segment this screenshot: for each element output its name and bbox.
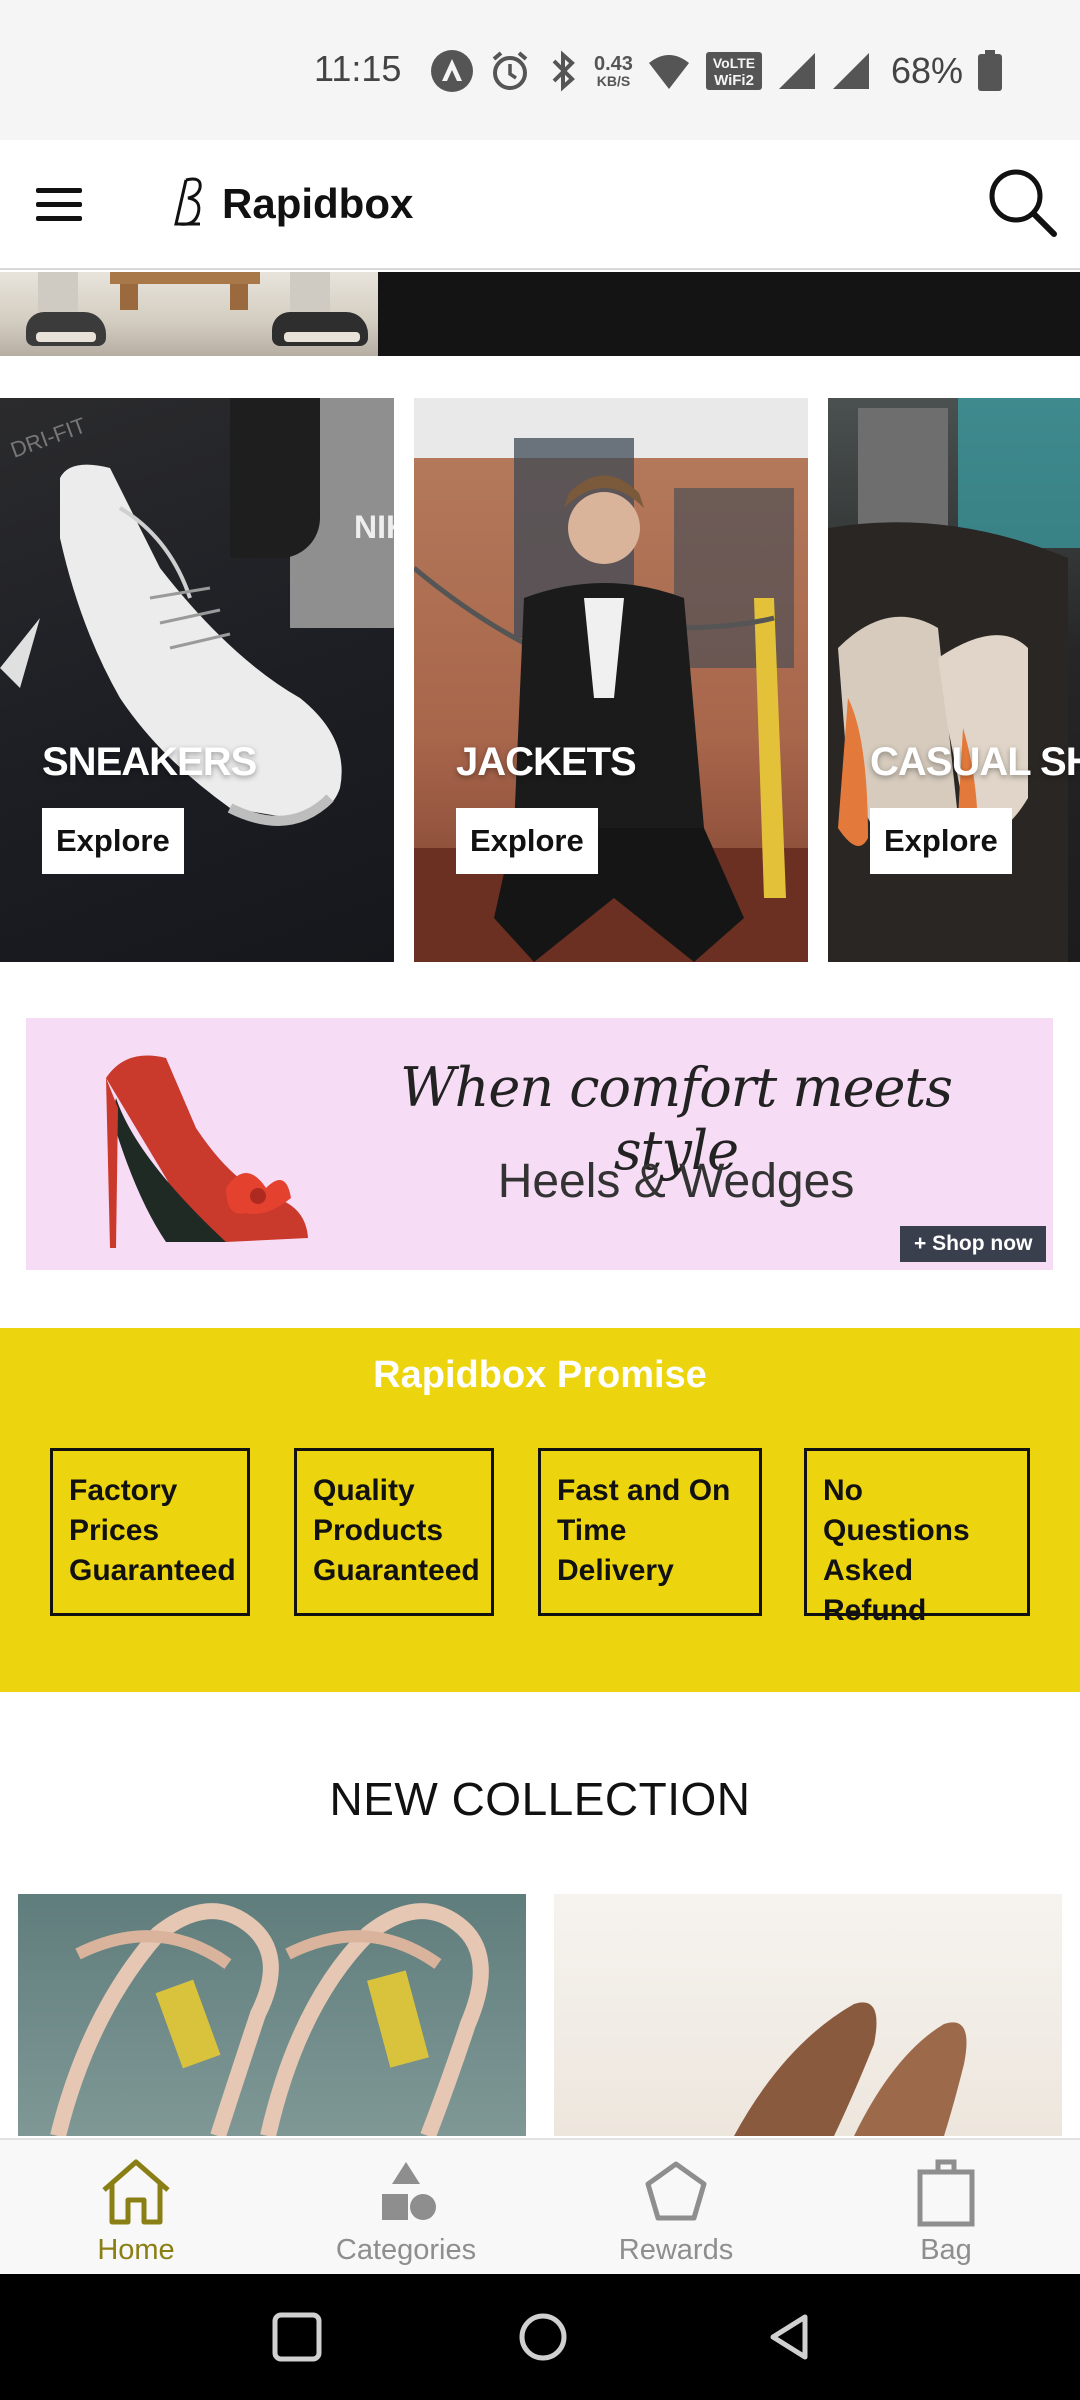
bluetooth-icon bbox=[546, 49, 580, 93]
signal-icon bbox=[777, 51, 817, 91]
brand-logo-icon bbox=[172, 174, 212, 235]
data-speed-unit: KB/S bbox=[596, 73, 631, 89]
category-title: CASUAL SHOES bbox=[870, 740, 1080, 784]
product-card[interactable] bbox=[18, 1894, 526, 2136]
back-icon bbox=[770, 2314, 808, 2360]
promo-subtitle: Heels & Wedges bbox=[497, 1155, 855, 1208]
bag-icon bbox=[908, 2154, 984, 2230]
app-header: Rapidbox bbox=[0, 140, 1080, 270]
brand[interactable]: Rapidbox bbox=[172, 168, 413, 240]
category-title: JACKETS bbox=[456, 740, 637, 784]
volte-icon: VoLTE WiFi2 bbox=[705, 51, 763, 91]
bottom-navigation: Home Categories Rewards Bag bbox=[0, 2138, 1080, 2274]
svg-text:WiFi2: WiFi2 bbox=[714, 72, 754, 89]
battery-percent: 68% bbox=[890, 50, 963, 91]
brand-name: Rapidbox bbox=[222, 180, 414, 227]
search-button[interactable] bbox=[982, 162, 1062, 242]
promise-title: Rapidbox Promise bbox=[373, 1354, 707, 1396]
recents-button[interactable] bbox=[262, 2302, 332, 2372]
product-card[interactable] bbox=[554, 1894, 1062, 2136]
nav-label: Home bbox=[97, 2234, 175, 2266]
status-time: 11:15 bbox=[314, 48, 402, 89]
nav-categories[interactable]: Categories bbox=[306, 2154, 506, 2272]
explore-button[interactable]: Explore bbox=[42, 808, 184, 874]
promise-item: Quality Products Guaranteed bbox=[294, 1448, 494, 1616]
categories-icon bbox=[368, 2154, 444, 2230]
category-card-casual-shoes[interactable]: CASUAL SHOES Explore bbox=[828, 398, 1080, 962]
status-icons: 0.43 KB/S VoLTE WiFi2 68% bbox=[430, 48, 1003, 94]
data-speed: 0.43 KB/S bbox=[594, 54, 633, 88]
nav-label: Rewards bbox=[618, 2234, 734, 2266]
nav-label: Categories bbox=[335, 2234, 477, 2266]
data-speed-value: 0.43 bbox=[594, 53, 633, 75]
new-collection-title: NEW COLLECTION bbox=[329, 1773, 751, 1825]
category-image: DRI-FIT NIK bbox=[0, 398, 394, 962]
product-image bbox=[734, 2002, 967, 2136]
promise-item: Fast and On Time Delivery bbox=[538, 1448, 762, 1616]
home-system-button[interactable] bbox=[508, 2302, 578, 2372]
recents-icon bbox=[272, 2312, 322, 2362]
wifi-icon bbox=[647, 51, 691, 91]
nav-rewards[interactable]: Rewards bbox=[576, 2154, 776, 2272]
home-icon bbox=[98, 2154, 174, 2230]
nav-app-icon bbox=[430, 49, 474, 93]
svg-text:DRI-FIT: DRI-FIT bbox=[7, 412, 89, 462]
promise-item: Factory Prices Guaranteed bbox=[50, 1448, 250, 1616]
nav-label: Bag bbox=[920, 2234, 972, 2266]
hamburger-menu-button[interactable] bbox=[36, 176, 92, 232]
promise-item: No Questions Asked Refund bbox=[804, 1448, 1030, 1627]
svg-text:NIK: NIK bbox=[354, 509, 394, 545]
nav-home[interactable]: Home bbox=[36, 2154, 236, 2272]
rewards-icon bbox=[638, 2154, 714, 2230]
hero-banner-image bbox=[0, 272, 378, 356]
nav-bag[interactable]: Bag bbox=[846, 2154, 1046, 2272]
category-title: SNEAKERS bbox=[42, 740, 257, 784]
explore-button[interactable]: Explore bbox=[870, 808, 1012, 874]
explore-button[interactable]: Explore bbox=[456, 808, 598, 874]
signal-icon bbox=[831, 51, 871, 91]
system-navigation-bar bbox=[0, 2274, 1080, 2400]
category-card-jackets[interactable]: JACKETS Explore bbox=[414, 398, 808, 962]
status-bar: 11:15 0.43 KB/S VoLTE WiFi2 68% bbox=[0, 0, 1080, 140]
heel-shoe-image bbox=[106, 1055, 308, 1248]
promo-banner-heels-wedges[interactable]: When comfort meets style Heels & Wedges … bbox=[26, 1018, 1053, 1270]
category-image bbox=[828, 398, 1080, 962]
svg-text:VoLTE: VoLTE bbox=[713, 55, 755, 71]
shop-now-button[interactable]: + Shop now bbox=[900, 1226, 1047, 1262]
category-card-sneakers[interactable]: DRI-FIT NIK SNEAKERS Explore bbox=[0, 398, 394, 962]
rapidbox-promise-section: Rapidbox Promise Factory Prices Guarante… bbox=[0, 1328, 1080, 1692]
search-icon bbox=[989, 169, 1057, 237]
category-carousel[interactable]: DRI-FIT NIK SNEAKERS Explore JACKET bbox=[0, 398, 1080, 962]
category-image bbox=[414, 398, 808, 962]
battery-icon bbox=[977, 50, 1003, 92]
product-image bbox=[50, 1903, 489, 2136]
hero-banner[interactable] bbox=[0, 272, 1080, 356]
home-circle-icon bbox=[519, 2313, 567, 2361]
hamburger-menu-icon bbox=[36, 187, 82, 193]
alarm-icon bbox=[488, 49, 532, 93]
back-button[interactable] bbox=[756, 2302, 826, 2372]
